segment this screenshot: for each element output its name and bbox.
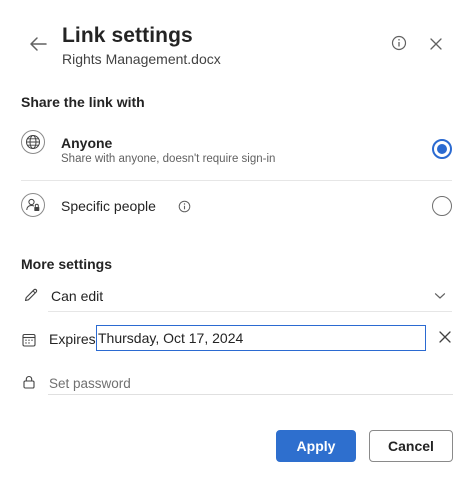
cancel-button[interactable]: Cancel xyxy=(369,430,453,462)
apply-button[interactable]: Apply xyxy=(276,430,356,462)
info-button[interactable] xyxy=(388,32,410,54)
arrow-left-icon xyxy=(30,37,47,51)
permission-dropdown[interactable]: Can edit xyxy=(18,282,454,310)
radio-anyone[interactable] xyxy=(432,139,452,159)
expires-label: Expires xyxy=(49,331,96,347)
more-settings-heading: More settings xyxy=(21,256,113,272)
option-anyone-description: Share with anyone, doesn't require sign-… xyxy=(61,153,276,165)
share-heading: Share the link with xyxy=(21,94,145,110)
option-specific-people[interactable]: Specific people xyxy=(18,184,462,228)
option-specific-people-title: Specific people xyxy=(61,198,156,214)
radio-specific-people[interactable] xyxy=(432,196,452,216)
file-name: Rights Management.docx xyxy=(62,51,221,67)
clear-expiration-button[interactable] xyxy=(434,326,456,348)
info-icon[interactable] xyxy=(178,200,192,214)
calendar-icon xyxy=(22,333,36,347)
lock-icon xyxy=(23,376,35,389)
permission-label: Can edit xyxy=(51,288,104,304)
back-button[interactable] xyxy=(24,30,52,58)
close-button[interactable] xyxy=(424,32,448,56)
close-icon xyxy=(430,38,442,50)
globe-icon xyxy=(21,130,45,154)
close-icon xyxy=(439,331,451,343)
page-title: Link settings xyxy=(62,24,193,47)
option-anyone[interactable]: Anyone Share with anyone, doesn't requir… xyxy=(18,124,462,180)
expiration-date-input[interactable] xyxy=(96,325,426,351)
info-icon xyxy=(391,35,407,51)
pencil-icon xyxy=(24,288,38,302)
option-anyone-title: Anyone xyxy=(61,135,113,151)
people-lock-icon xyxy=(21,193,45,217)
divider xyxy=(48,311,452,312)
password-input[interactable] xyxy=(48,372,453,395)
chevron-down-icon xyxy=(434,293,446,299)
divider xyxy=(21,180,452,181)
